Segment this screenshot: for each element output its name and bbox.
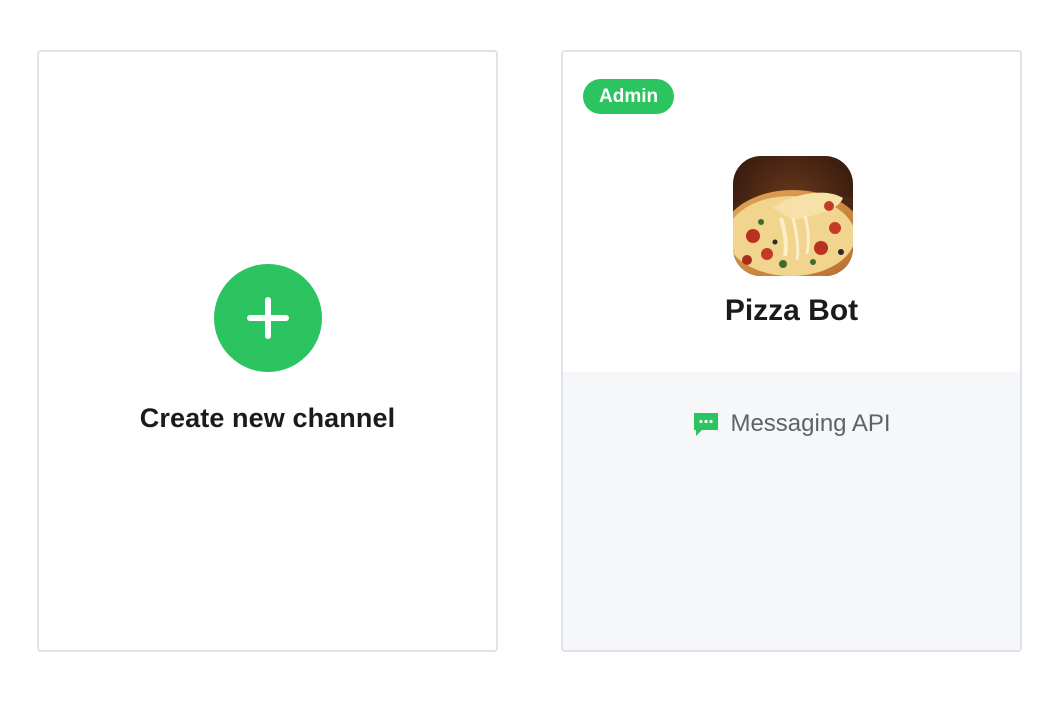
pizza-image [733,156,853,276]
chat-bubble-icon [694,413,719,436]
create-channel-label: Create new channel [139,403,396,433]
channel-type: Messaging API [563,410,1020,438]
channel-card-pizza-bot[interactable]: Admin Pizza Bot Messaging API [561,50,1022,652]
create-channel-content: Create new channel [39,264,496,434]
channel-name: Pizza Bot [724,294,859,327]
channel-avatar [733,156,853,276]
add-channel-button[interactable] [213,264,322,372]
channel-card-header: Admin Pizza Bot [563,52,1020,372]
create-channel-card[interactable]: Create new channel [37,50,498,652]
role-badge: Admin [583,79,675,114]
plus-icon [246,297,289,339]
channel-type-label: Messaging API [730,410,891,437]
